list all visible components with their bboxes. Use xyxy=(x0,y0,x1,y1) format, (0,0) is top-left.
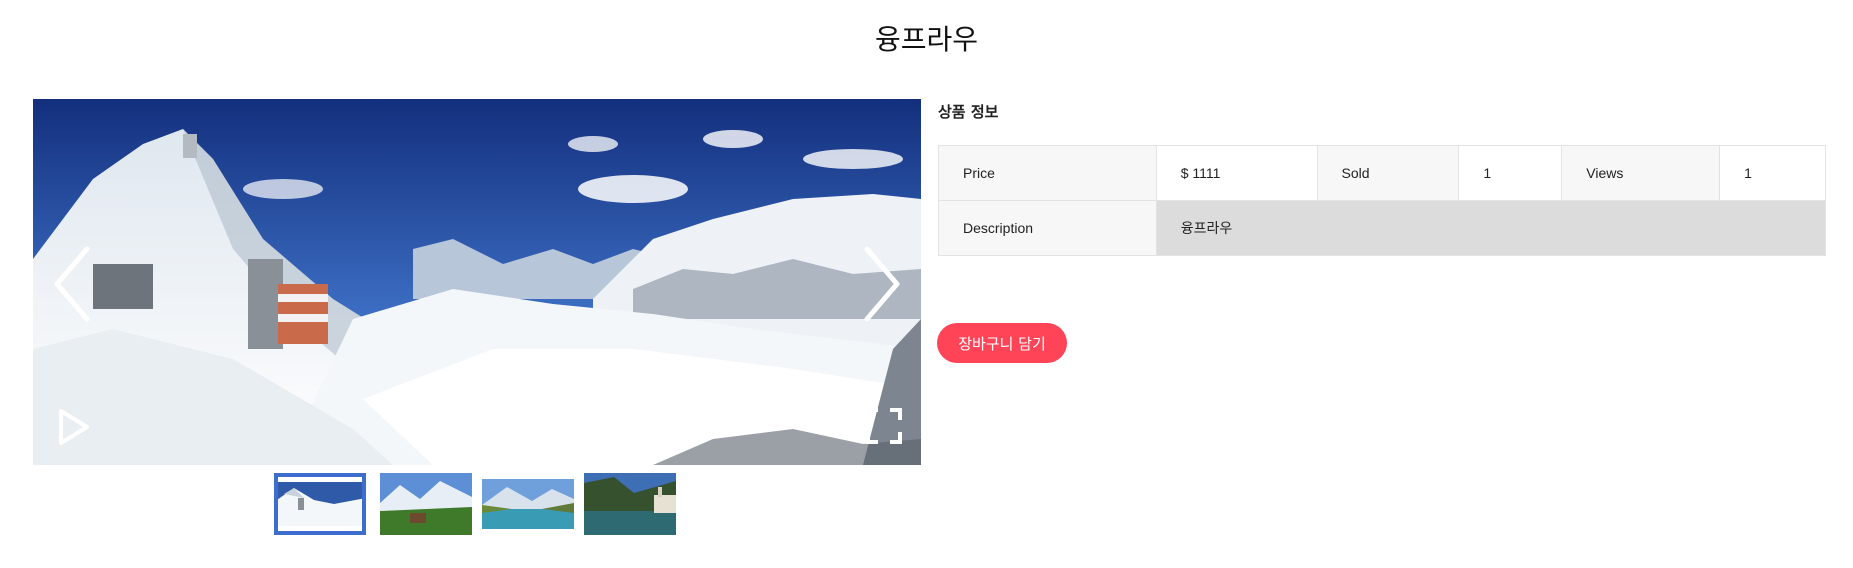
sold-value: 1 xyxy=(1458,145,1563,201)
product-info-title: 상품 정보 xyxy=(938,103,999,121)
page-title: 융프라우 xyxy=(874,23,979,56)
thumbnail-1[interactable] xyxy=(274,473,366,535)
table-row: Price $ 1111 Sold 1 Views 1 xyxy=(938,145,1826,201)
play-icon[interactable] xyxy=(53,407,93,447)
product-info-table: Price $ 1111 Sold 1 Views 1 Description … xyxy=(938,145,1827,256)
next-arrow-icon[interactable] xyxy=(849,239,909,329)
fullscreen-icon[interactable] xyxy=(865,407,903,445)
add-to-cart-button[interactable]: 장바구니 담기 xyxy=(937,323,1067,363)
prev-arrow-icon[interactable] xyxy=(45,239,105,329)
thumbnail-2[interactable] xyxy=(380,473,472,535)
views-value: 1 xyxy=(1719,145,1826,201)
price-label: Price xyxy=(938,145,1157,201)
gallery-main-image[interactable] xyxy=(33,99,921,465)
table-row: Description 융프라우 xyxy=(938,200,1827,256)
thumbnail-3[interactable] xyxy=(482,473,574,535)
thumbnail-4[interactable] xyxy=(584,473,676,535)
description-label: Description xyxy=(938,200,1157,256)
description-value: 융프라우 xyxy=(1155,200,1827,256)
views-label: Views xyxy=(1561,145,1721,201)
main-photo xyxy=(33,99,921,465)
price-value: $ 1111 xyxy=(1155,145,1318,201)
sold-label: Sold xyxy=(1316,145,1460,201)
